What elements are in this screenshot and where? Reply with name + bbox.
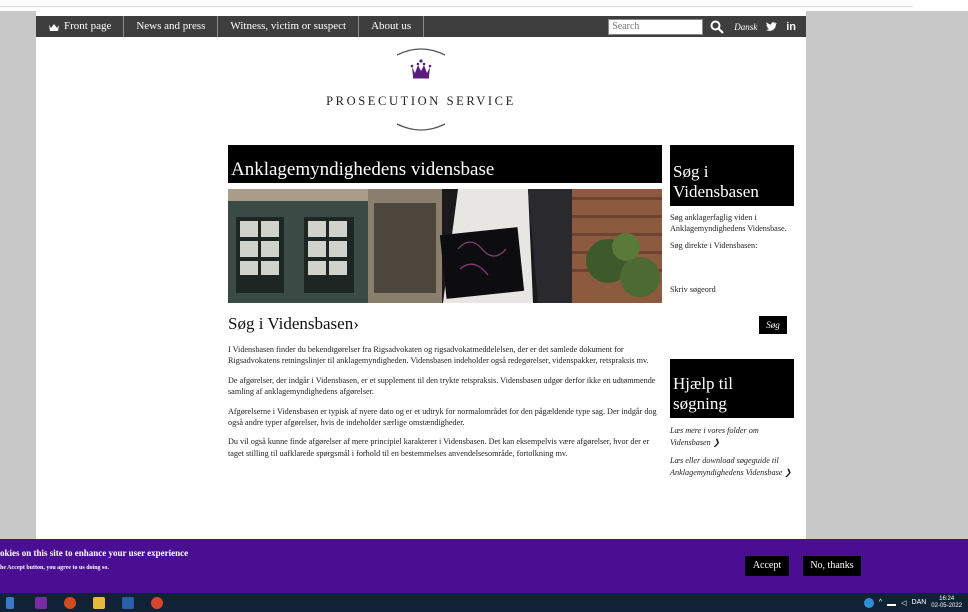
help-link-folder[interactable]: Læs mere i vores folder om Vidensbasen ❯ [670,425,794,448]
hero-title: Anklagemyndighedens vidensbase [228,145,662,183]
speaker-icon[interactable]: ◁ [901,599,906,607]
nav-news-and-press[interactable]: News and press [124,16,219,37]
cookie-subtext: he Accept button, you agree to us doing … [0,565,109,571]
logo-title: PROSECUTION SERVICE [326,94,516,108]
clock-time: 16:24 [939,595,955,602]
nav-front-page[interactable]: Front page [36,16,125,37]
divider [0,6,913,7]
clock-date: 02-05-2022 [931,602,962,609]
sidebar-search-label: Skriv søgeord [670,284,716,294]
chevron-right-icon: › [353,314,359,333]
help-link-guide-text: Læs eller download søgeguide til Anklage… [670,456,783,477]
cookie-accept-button[interactable]: Accept [745,556,789,576]
nav-about-us[interactable]: About us [359,16,425,37]
site-logo[interactable]: PROSECUTION SERVICE [36,41,806,146]
nav-front-page-label: Front page [64,20,112,32]
cookie-banner: okies on this site to enhance your user … [0,539,968,593]
search-input[interactable] [608,18,704,35]
network-icon[interactable] [887,599,897,606]
onenote-icon[interactable] [35,597,47,609]
sidebar-help-box: Hjælp til søgning Læs mere i vores folde… [670,359,794,478]
logo-arc-top [396,48,446,56]
paragraph-1: I Vidensbasen finder du bekendtgørelser … [228,345,649,366]
powerpoint-icon[interactable] [64,597,76,609]
hero-image [228,189,662,303]
chevron-right-icon: ❯ [784,467,792,477]
word-icon[interactable] [122,597,134,609]
top-navigation: Front page News and press Witness, victi… [36,16,806,37]
twitter-icon [766,22,778,31]
tray-language[interactable]: DAN [912,599,927,606]
search-button[interactable] [708,18,726,36]
search-icon [710,20,724,34]
main-content: Søg i Vidensbasen› I Vidensbasen finder … [228,314,662,467]
paragraph-3: Afgørelserne i Vidensbasen er typisk af … [228,406,657,428]
sidebar-help-title: Hjælp til søgning [670,359,794,418]
system-tray: ^ ◁ DAN 16:24 02-05-2022 [859,593,962,612]
chevron-right-icon: ❯ [712,437,720,447]
main-heading-text: Søg i Vidensbasen [228,314,354,333]
sidebar-search-description: Søg anklagerfaglig viden i Anklagemyndig… [670,213,787,234]
browser-top-strip [0,0,968,11]
sidebar-search-button[interactable]: Søg [759,316,787,334]
cookie-heading: okies on this site to enhance your user … [0,548,189,558]
start-icon[interactable] [6,597,14,609]
help-icon[interactable] [863,597,874,608]
crown-icon [49,23,59,31]
logo-arc-bottom [396,123,446,131]
help-link-guide[interactable]: Læs eller download søgeguide til Anklage… [670,455,794,478]
twitter-link[interactable] [766,22,778,31]
chrome-icon[interactable] [151,597,163,609]
file-explorer-icon[interactable] [93,597,105,609]
language-switch[interactable]: Dansk [734,22,757,32]
main-heading[interactable]: Søg i Vidensbasen› [228,314,662,334]
linkedin-link[interactable]: in [786,21,796,33]
page-container: Front page News and press Witness, victi… [36,11,806,539]
paragraph-4: Du vil også kunne finde afgørelser af me… [228,437,650,458]
clock[interactable]: 16:24 02-05-2022 [931,596,962,610]
chevron-up-icon[interactable]: ^ [879,599,882,606]
crown-logo-icon [410,59,432,79]
paragraph-2: De afgørelser, der indgår i Vidensbasen,… [228,375,656,397]
sidebar-search-title: Søg i Vidensbasen [670,145,794,206]
sidebar-search-direct: Søg direkte i Vidensbasen: [670,241,758,251]
cookie-decline-button[interactable]: No, thanks [803,556,861,576]
sidebar-search-box: Søg i Vidensbasen Søg anklagerfaglig vid… [670,145,794,334]
nav-witness-victim-suspect[interactable]: Witness, victim or suspect [218,16,360,37]
os-taskbar: ^ ◁ DAN 16:24 02-05-2022 [0,593,968,612]
